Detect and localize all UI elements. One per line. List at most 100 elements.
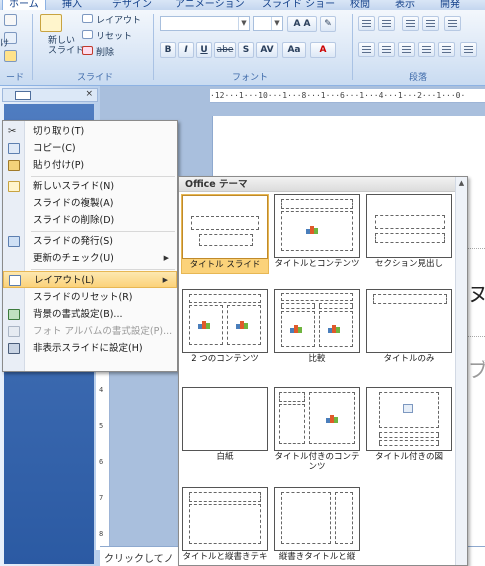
line-spacing-icon[interactable] [444, 16, 461, 31]
menu-separator [31, 269, 175, 270]
menu-item-paste[interactable]: 貼り付け(P) [3, 157, 177, 174]
new-slide-button[interactable]: 新しい スライド [48, 36, 84, 56]
font-size-combo[interactable]: ▼ [253, 16, 283, 31]
reset-icon [82, 30, 93, 39]
menu-item-check-updates[interactable]: 更新のチェック(U) ▶ [3, 250, 177, 267]
menu-item-cut[interactable]: ✂ 切り取り(T) [3, 123, 177, 140]
layout-thumbnail [366, 194, 452, 258]
layout-title-only[interactable]: タイトルのみ [365, 289, 453, 369]
placeholder-box [281, 303, 315, 309]
tab-developer[interactable]: 開発 [440, 0, 460, 10]
submenu-arrow-icon: ▶ [163, 254, 169, 262]
layout-blank[interactable]: 白紙 [181, 387, 269, 473]
menu-item-label: スライドのリセット(R) [33, 292, 133, 303]
layout-title-slide[interactable]: タイトル スライド [181, 194, 269, 274]
chevron-down-icon[interactable]: ▼ [238, 17, 249, 30]
decrease-indent-icon[interactable] [402, 16, 419, 31]
menu-item-duplicate-slide[interactable]: スライドの複製(A) [3, 195, 177, 212]
layout-name: タイトル付きの図 [374, 452, 443, 462]
align-right-icon[interactable] [398, 42, 415, 57]
layout-name: セクション見出し [374, 259, 443, 269]
menu-separator [31, 176, 175, 177]
layout-thumbnail [182, 195, 268, 259]
shadow-button[interactable]: S [238, 42, 254, 58]
reset-button[interactable]: リセット [96, 29, 132, 42]
placeholder-box [375, 233, 445, 243]
menu-item-label: 貼り付け(P) [33, 160, 85, 171]
layout-title-content[interactable]: タイトルとコンテンツ [273, 194, 361, 274]
layout-name: タイトル スライド [189, 260, 261, 270]
placeholder-box [319, 303, 353, 309]
change-case-button[interactable]: Aa [282, 42, 306, 58]
menu-item-new-slide[interactable]: 新しいスライド(N) [3, 178, 177, 195]
cut-icon[interactable] [4, 14, 17, 26]
strikethrough-button[interactable]: abe [214, 42, 236, 58]
placeholder-box [199, 234, 253, 246]
grow-shrink-font-button[interactable]: A A [287, 16, 317, 32]
menu-item-reset-slide[interactable]: スライドのリセット(R) [3, 289, 177, 306]
publish-icon [8, 236, 20, 247]
layout-thumbnail [182, 487, 268, 551]
tab-insert[interactable]: 挿入 [62, 0, 82, 10]
layout-picture-with-caption[interactable]: タイトル付きの図 [365, 387, 453, 473]
layout-vertical-title-text[interactable]: 縦書きタイトルと縦 [273, 487, 361, 565]
columns-icon[interactable] [460, 42, 477, 57]
ruler-tick-label: 6 [99, 458, 104, 466]
gallery-scrollbar[interactable]: ▲ [455, 177, 467, 565]
clear-format-button[interactable]: ✎ [320, 16, 336, 32]
distributed-icon[interactable] [438, 42, 455, 57]
align-center-icon[interactable] [378, 42, 395, 57]
tab-view[interactable]: 表示 [395, 0, 415, 10]
group-separator [32, 14, 33, 80]
slides-tab-icon[interactable] [15, 91, 31, 100]
scroll-up-icon[interactable]: ▲ [456, 177, 467, 190]
layout-section-header[interactable]: セクション見出し [365, 194, 453, 274]
layout-name: 2 つのコンテンツ [191, 354, 259, 364]
menu-item-hide-slide[interactable]: 非表示スライドに設定(H) [3, 340, 177, 357]
layout-title-vertical-text[interactable]: タイトルと縦書きテキ [181, 487, 269, 565]
tab-home[interactable]: ホーム [2, 0, 46, 10]
menu-item-layout[interactable]: レイアウト(L) ▶ [3, 271, 177, 288]
menu-item-copy[interactable]: コピー(C) [3, 140, 177, 157]
ribbon-tab-strip: ホーム 挿入 デザイン アニメーション スライド ショー 校閲 表示 開発 [0, 0, 485, 10]
bullets-icon[interactable] [358, 16, 375, 31]
justify-icon[interactable] [418, 42, 435, 57]
tab-review[interactable]: 校閲 [350, 0, 370, 10]
layout-two-content[interactable]: 2 つのコンテンツ [181, 289, 269, 369]
close-icon[interactable]: × [85, 89, 93, 99]
char-spacing-button[interactable]: AV [256, 42, 278, 58]
font-color-button[interactable]: A [310, 42, 336, 58]
numbering-icon[interactable] [378, 16, 395, 31]
menu-item-format-background[interactable]: 背景の書式設定(B)... [3, 306, 177, 323]
delete-button[interactable]: 削除 [96, 45, 114, 58]
chart-icon [197, 318, 211, 329]
font-name-combo[interactable]: ▼ [160, 16, 250, 31]
tab-animations[interactable]: アニメーション [175, 0, 245, 10]
placeholder-box [191, 216, 259, 230]
layout-comparison[interactable]: 比較 [273, 289, 361, 369]
menu-item-delete-slide[interactable]: スライドの削除(D) [3, 212, 177, 229]
scissors-icon: ✂ [8, 126, 17, 137]
new-slide-icon[interactable] [40, 14, 62, 32]
tab-design[interactable]: デザイン [112, 0, 152, 10]
layout-button[interactable]: レイアウト [96, 13, 141, 26]
tab-slideshow[interactable]: スライド ショー [262, 0, 335, 10]
ruler-tick-label: 8 [99, 530, 104, 538]
layout-thumbnail [274, 387, 360, 451]
placeholder-box [379, 440, 439, 446]
menu-item-publish-slides[interactable]: スライドの発行(S) [3, 233, 177, 250]
group-separator [352, 14, 353, 80]
chevron-down-icon[interactable]: ▼ [271, 17, 282, 30]
menu-item-label: コピー(C) [33, 143, 76, 154]
layout-content-with-caption[interactable]: タイトル付きのコンテンツ [273, 387, 361, 473]
bold-button[interactable]: B [160, 42, 176, 58]
ruler-tick-label: 5 [99, 422, 104, 430]
slide-title-peek: ヌ [468, 282, 485, 306]
align-left-icon[interactable] [358, 42, 375, 57]
increase-indent-icon[interactable] [422, 16, 439, 31]
ruler-tick-label: 4 [99, 386, 104, 394]
slide-subtitle-peek: ブ [468, 358, 485, 382]
format-painter-icon[interactable] [4, 50, 17, 62]
underline-button[interactable]: U [196, 42, 212, 58]
italic-button[interactable]: I [178, 42, 194, 58]
